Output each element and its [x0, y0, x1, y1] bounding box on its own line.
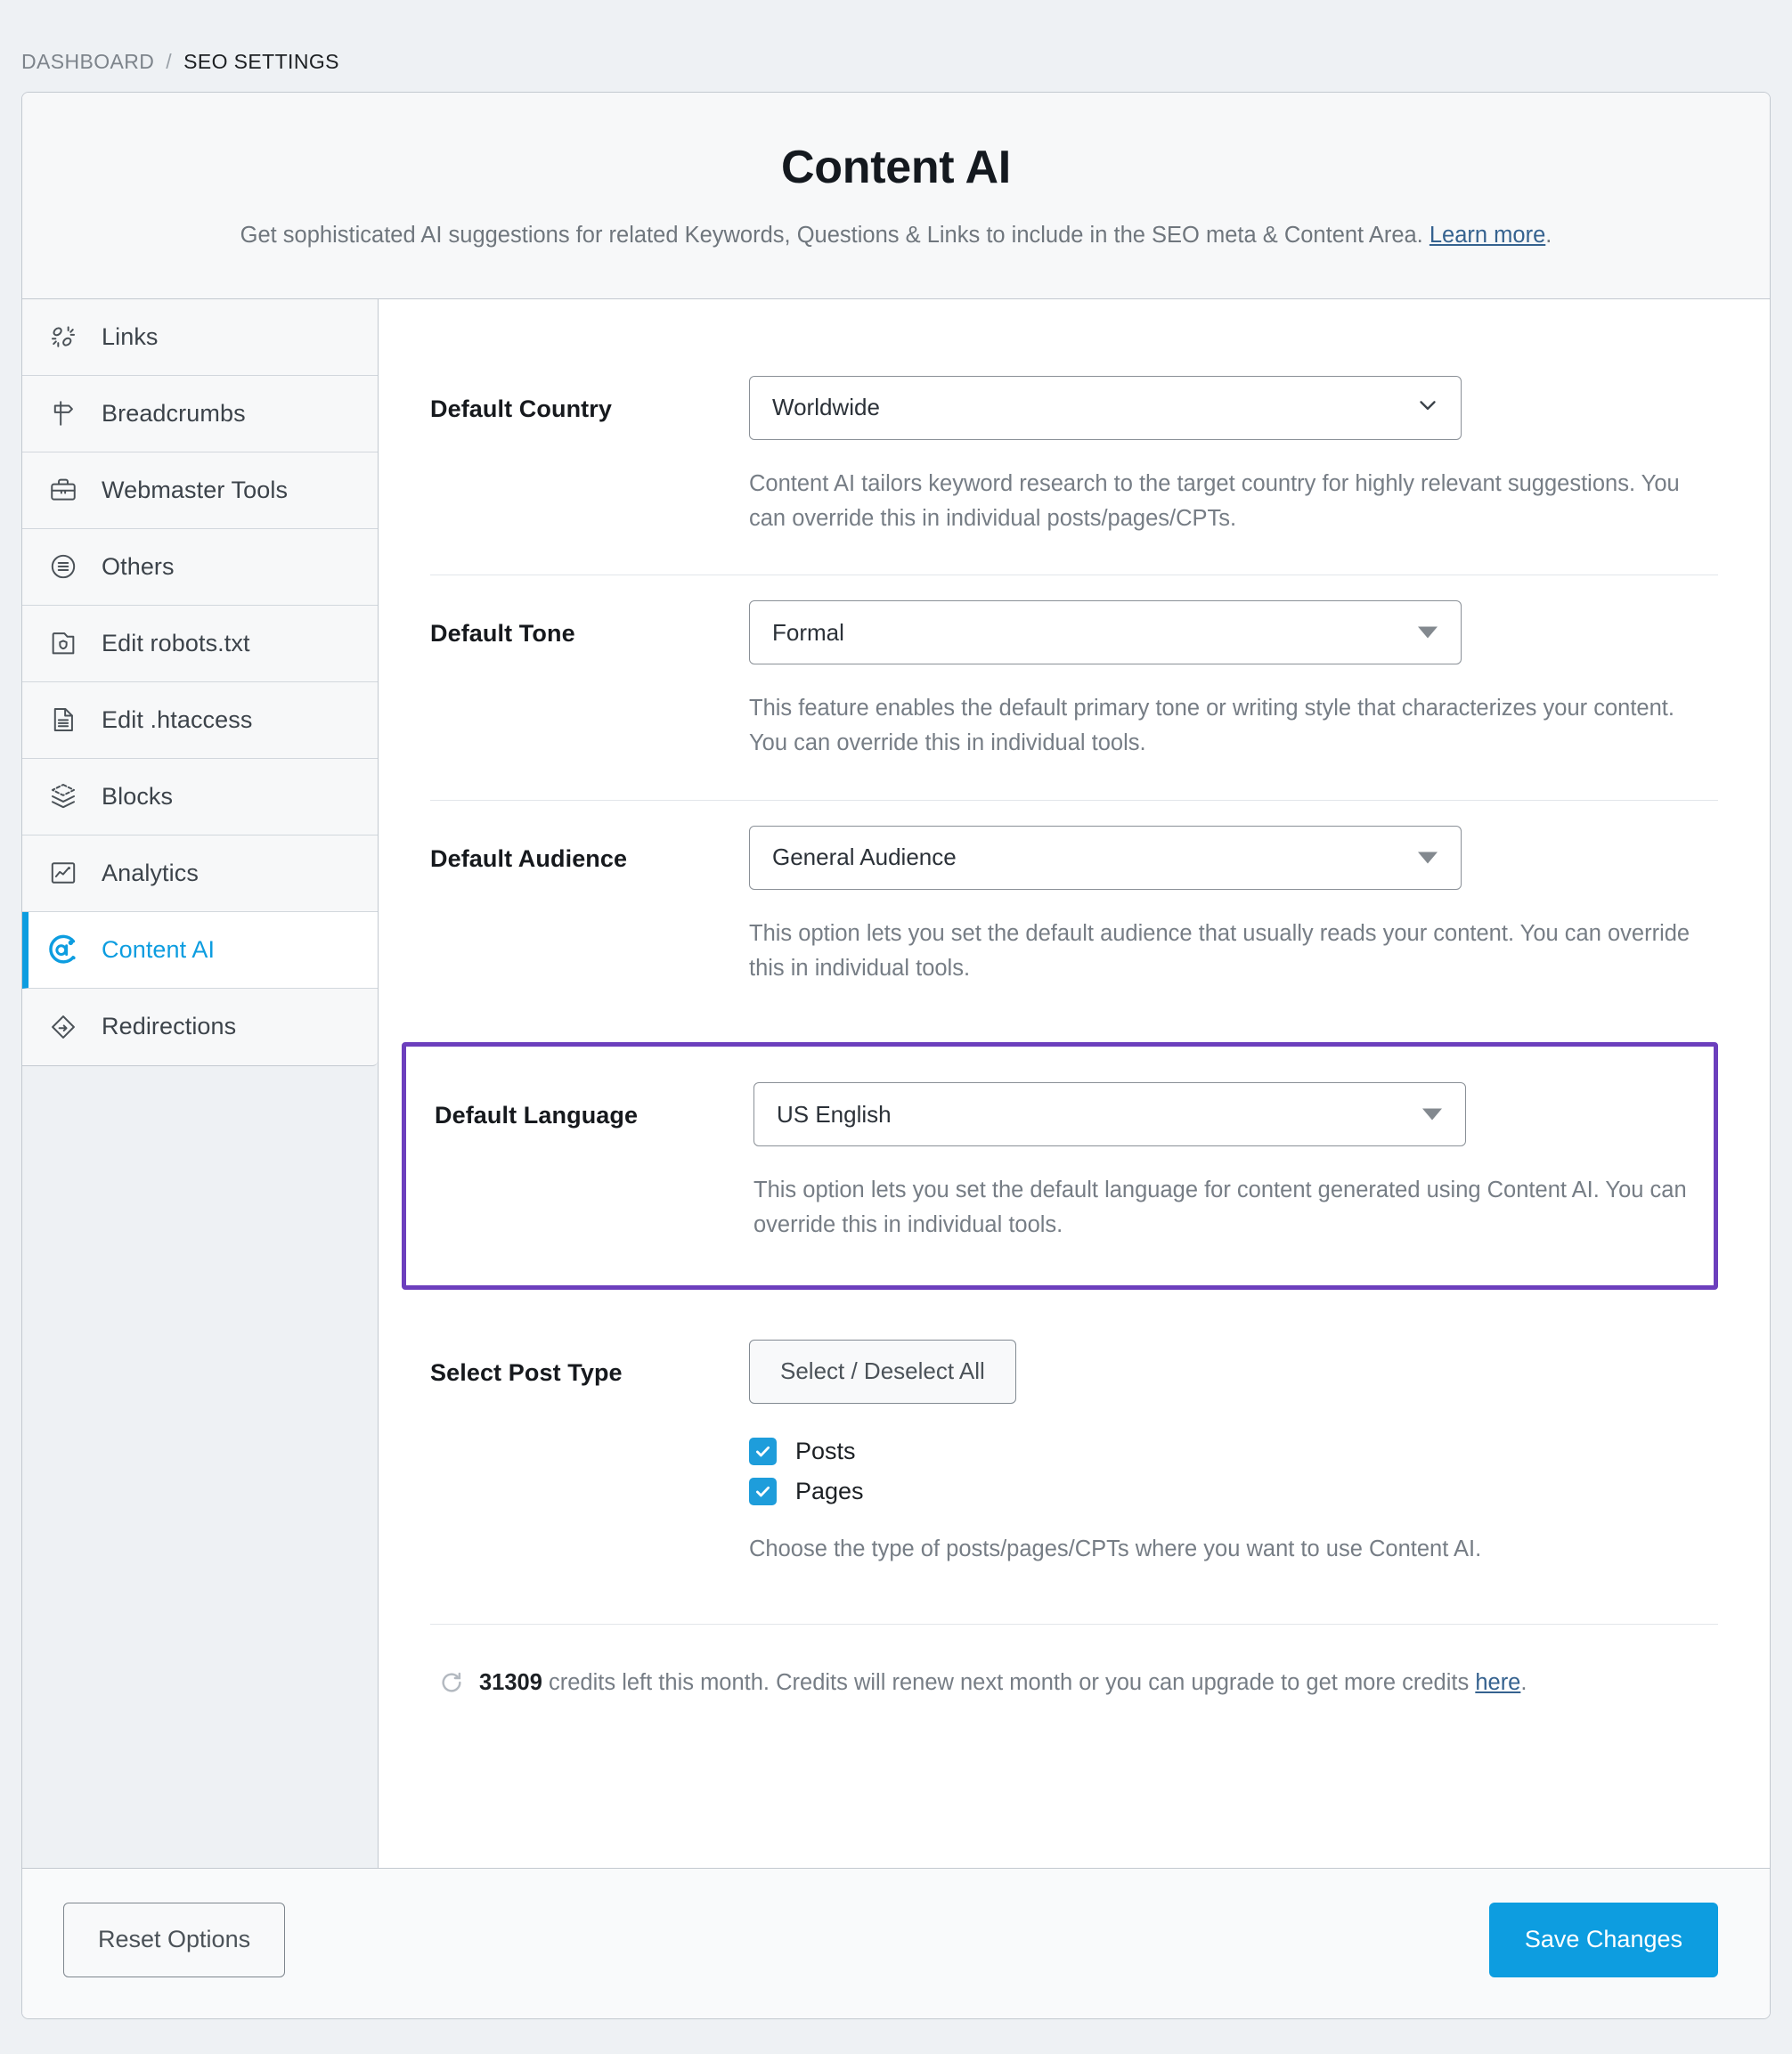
sidebar-item-analytics[interactable]: Analytics [22, 835, 378, 912]
circle-list-icon [46, 550, 80, 583]
field-description: Content AI tailors keyword research to t… [749, 470, 1680, 531]
breadcrumb-current-page: SEO SETTINGS [183, 49, 339, 73]
field-default-country: Default Country Worldwide Content AI tai… [430, 351, 1718, 576]
checkbox-label: Pages [795, 1477, 864, 1504]
sidebar-item-label: Breadcrumbs [102, 399, 246, 427]
page-description: Get sophisticated AI suggestions for rel… [76, 220, 1716, 252]
signpost-icon [46, 396, 80, 430]
sidebar-item-others[interactable]: Others [22, 528, 378, 606]
content-ai-icon [46, 933, 80, 966]
field-label: Default Audience [430, 844, 628, 872]
links-icon [46, 320, 80, 354]
sidebar-item-label: Edit robots.txt [102, 629, 250, 656]
credits-text-before: credits left this month. Credits will re… [542, 1669, 1476, 1695]
chevron-down-icon [1414, 391, 1441, 424]
checkbox-checked-icon[interactable] [749, 1437, 777, 1465]
post-type-checklist: Posts Pages [749, 1437, 1718, 1505]
sidebar-item-label: Redirections [102, 1013, 237, 1040]
learn-more-link[interactable]: Learn more [1430, 223, 1545, 248]
briefcase-icon [46, 473, 80, 507]
page-description-period: . [1545, 223, 1552, 249]
page-title: Content AI [781, 142, 1011, 193]
credits-status: 31309 credits left this month. Credits w… [430, 1625, 1718, 1746]
save-changes-button[interactable]: Save Changes [1488, 1902, 1718, 1977]
sidebar-item-label: Webmaster Tools [102, 476, 289, 503]
sidebar-item-label: Edit .htaccess [102, 705, 253, 733]
sidebar-item-label: Content AI [102, 935, 216, 963]
triangle-down-icon [1418, 626, 1438, 639]
default-language-select[interactable]: US English [753, 1082, 1466, 1147]
select-deselect-all-button[interactable]: Select / Deselect All [749, 1339, 1016, 1404]
default-audience-select[interactable]: General Audience [749, 825, 1462, 890]
breadcrumb: DASHBOARD / SEO SETTINGS [0, 0, 1792, 89]
triangle-down-icon [1418, 852, 1438, 864]
field-select-post-type: Select Post Type Select / Deselect All P… [430, 1290, 1718, 1606]
field-label: Default Tone [430, 620, 575, 648]
card-header: Content AI Get sophisticated AI suggesti… [22, 93, 1770, 299]
default-country-value: Worldwide [772, 394, 880, 421]
breadcrumb-separator: / [166, 49, 173, 73]
credits-text: 31309 credits left this month. Credits w… [479, 1667, 1527, 1699]
sidebar-item-content-ai[interactable]: Content AI [22, 911, 378, 989]
settings-main-panel: Default Country Worldwide Content AI tai… [379, 298, 1770, 1868]
sidebar-item-blocks[interactable]: Blocks [22, 758, 378, 835]
field-label: Default Language [435, 1102, 639, 1129]
field-description: This option lets you set the default lan… [753, 1178, 1687, 1238]
settings-card: Content AI Get sophisticated AI suggesti… [21, 92, 1771, 2019]
default-tone-select[interactable]: Formal [749, 600, 1462, 665]
default-country-select[interactable]: Worldwide [749, 375, 1462, 440]
reset-options-button[interactable]: Reset Options [63, 1902, 286, 1977]
chart-square-icon [46, 856, 80, 890]
sidebar-item-edit-robots-txt[interactable]: Edit robots.txt [22, 605, 378, 682]
field-default-language: Default Language US English This option … [402, 1042, 1718, 1290]
default-audience-value: General Audience [772, 844, 957, 871]
field-description: This feature enables the default primary… [749, 696, 1674, 756]
default-tone-value: Formal [772, 618, 844, 646]
sidebar-item-webmaster-tools[interactable]: Webmaster Tools [22, 452, 378, 529]
sidebar-item-edit-htaccess[interactable]: Edit .htaccess [22, 681, 378, 759]
field-default-tone: Default Tone Formal This feature enables… [430, 575, 1718, 801]
field-description: Choose the type of posts/pages/CPTs wher… [749, 1536, 1482, 1561]
page-description-text: Get sophisticated AI suggestions for rel… [240, 223, 1423, 249]
triangle-down-icon [1422, 1108, 1442, 1121]
sidebar-nav: Links Breadcrumbs Webmaster Tools Others… [22, 298, 378, 1066]
field-label: Select Post Type [430, 1358, 623, 1386]
credits-text-after: . [1520, 1669, 1527, 1695]
sidebar-item-label: Analytics [102, 859, 199, 886]
field-label: Default Country [430, 395, 612, 422]
settings-sidebar: Links Breadcrumbs Webmaster Tools Others… [22, 298, 379, 1868]
robots-folder-icon [46, 626, 80, 660]
refresh-icon [439, 1670, 466, 1695]
sidebar-item-label: Links [102, 322, 159, 350]
sidebar-item-label: Others [102, 552, 175, 580]
layers-icon [46, 779, 80, 813]
card-footer: Reset Options Save Changes [22, 1867, 1770, 2018]
document-lines-icon [46, 703, 80, 737]
field-description: This option lets you set the default aud… [749, 920, 1690, 981]
checkbox-label: Posts [795, 1437, 856, 1464]
sidebar-item-breadcrumbs[interactable]: Breadcrumbs [22, 375, 378, 452]
sidebar-item-label: Blocks [102, 782, 174, 810]
breadcrumb-dashboard-link[interactable]: DASHBOARD [21, 50, 154, 74]
default-language-value: US English [777, 1100, 892, 1128]
field-default-audience: Default Audience General Audience This o… [430, 801, 1718, 1025]
checkbox-checked-icon[interactable] [749, 1477, 777, 1505]
sidebar-item-redirections[interactable]: Redirections [22, 988, 378, 1065]
credits-amount: 31309 [479, 1669, 542, 1695]
sidebar-item-links[interactable]: Links [22, 298, 378, 376]
redirect-diamond-icon [46, 1010, 80, 1044]
credits-upgrade-link[interactable]: here [1475, 1670, 1520, 1695]
checkbox-row-pages[interactable]: Pages [749, 1477, 1718, 1505]
checkbox-row-posts[interactable]: Posts [749, 1437, 1718, 1465]
